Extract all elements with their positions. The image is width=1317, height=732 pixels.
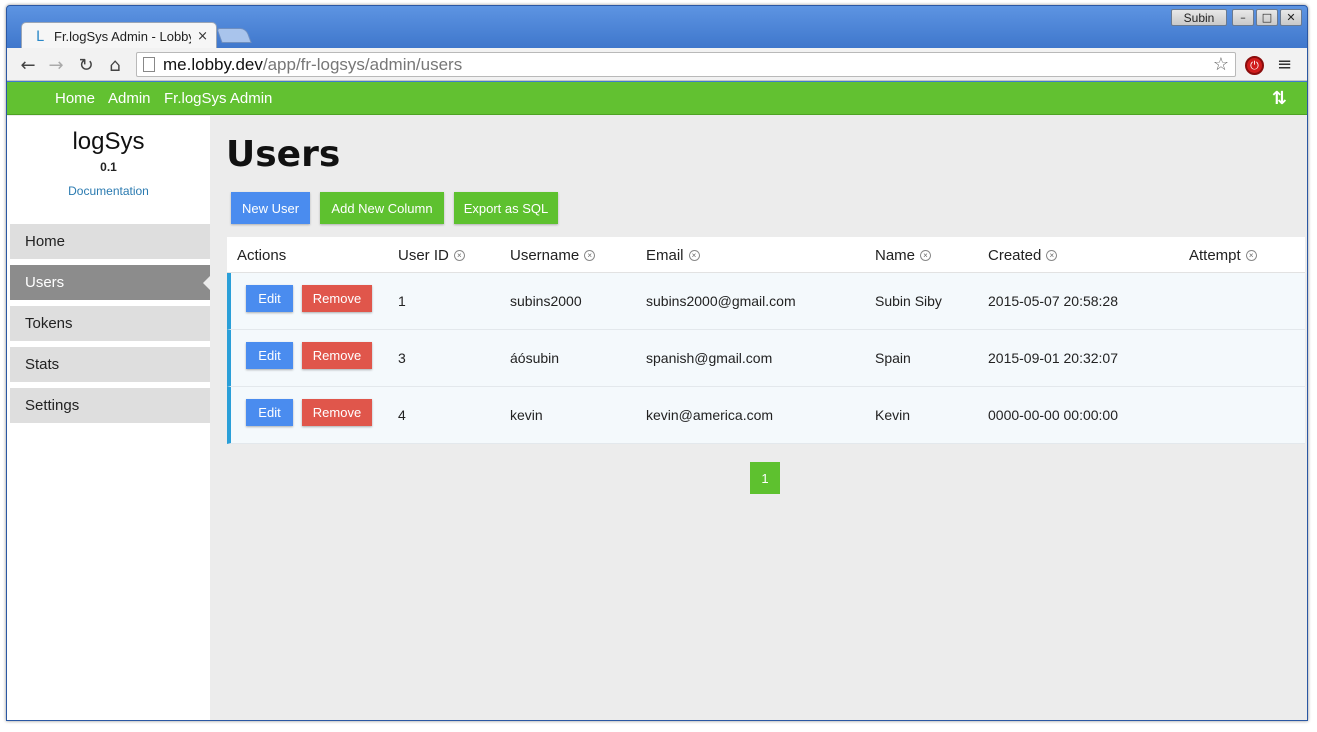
sidebar-item-home[interactable]: Home xyxy=(10,224,210,259)
edit-button[interactable]: Edit xyxy=(246,285,293,312)
remove-column-icon[interactable]: × xyxy=(688,250,700,261)
header-name: Name × xyxy=(875,247,932,264)
back-icon[interactable]: ← xyxy=(17,54,39,76)
sidebar-item-settings[interactable]: Settings xyxy=(10,388,210,423)
table-row: Edit Remove 4 kevin kevin@america.com Ke… xyxy=(227,387,1305,444)
cell-email: kevin@america.com xyxy=(646,407,774,423)
tab-title: Fr.logSys Admin - Lobby xyxy=(54,29,192,44)
cell-user-id: 3 xyxy=(398,350,406,366)
page-icon xyxy=(143,57,155,72)
add-new-column-button[interactable]: Add New Column xyxy=(320,192,444,224)
table-header: Actions User ID × Username × Email × Name × … xyxy=(227,237,1305,273)
brand-title: logSys xyxy=(72,128,145,155)
sidebar-item-users[interactable]: Users xyxy=(10,265,210,300)
remove-button[interactable]: Remove xyxy=(302,285,372,312)
edit-button[interactable]: Edit xyxy=(246,342,293,369)
sidebar: logSys 0.1 Documentation Home Users Toke… xyxy=(7,116,210,720)
cell-name: Spain xyxy=(875,350,911,366)
users-table: Actions User ID × Username × Email × Name × … xyxy=(227,237,1305,444)
remove-column-icon[interactable]: × xyxy=(1046,250,1058,261)
remove-column-icon[interactable]: × xyxy=(920,250,932,261)
cell-email: spanish@gmail.com xyxy=(646,350,773,366)
header-label: Name xyxy=(875,247,916,264)
header-label: Actions xyxy=(237,247,287,264)
cell-user-id: 1 xyxy=(398,293,406,309)
header-attempt: Attempt × xyxy=(1189,247,1257,264)
cell-username: áósubin xyxy=(510,350,560,366)
header-label: Email xyxy=(646,247,684,264)
header-email: Email × xyxy=(646,247,700,264)
cell-created: 0000-00-00 00:00:00 xyxy=(988,407,1118,423)
url-path: /app/fr-logsys/admin/users xyxy=(262,54,463,74)
edit-button[interactable]: Edit xyxy=(246,399,293,426)
table-row: Edit Remove 1 subins2000 subins2000@gmai… xyxy=(227,273,1305,330)
cell-name: Subin Siby xyxy=(875,293,942,309)
browser-titlebar: L Fr.logSys Admin - Lobby × Subin – □ ✕ xyxy=(7,6,1307,50)
page-title: Users xyxy=(226,134,341,175)
remove-column-icon[interactable]: × xyxy=(453,250,465,261)
cell-user-id: 4 xyxy=(398,407,406,423)
remove-button[interactable]: Remove xyxy=(302,399,372,426)
header-label: Attempt xyxy=(1189,247,1241,264)
cell-username: kevin xyxy=(510,407,543,423)
browser-toolbar: ← → ↻ ⌂ me.lobby.dev/app/fr-logsys/admin… xyxy=(7,48,1307,81)
header-label: Username xyxy=(510,247,580,264)
maximize-icon[interactable]: □ xyxy=(1256,9,1278,26)
browser-window: L Fr.logSys Admin - Lobby × Subin – □ ✕ … xyxy=(6,5,1308,721)
header-created: Created × xyxy=(988,247,1058,264)
address-bar[interactable]: me.lobby.dev/app/fr-logsys/admin/users ☆ xyxy=(136,52,1236,77)
sort-toggle-icon[interactable]: ⇅ xyxy=(1272,88,1287,109)
cell-created: 2015-09-01 20:32:07 xyxy=(988,350,1118,366)
remove-column-icon[interactable]: × xyxy=(1245,250,1257,261)
brand-version: 0.1 xyxy=(100,160,117,174)
topnav-admin[interactable]: Admin xyxy=(108,90,151,107)
close-window-icon[interactable]: ✕ xyxy=(1280,9,1302,26)
documentation-link[interactable]: Documentation xyxy=(7,184,210,198)
page-viewport: Home Admin Fr.logSys Admin ⇅ logSys 0.1 … xyxy=(7,82,1307,720)
extension-icon[interactable]: ⏻ xyxy=(1245,56,1264,75)
reload-icon[interactable]: ↻ xyxy=(75,54,97,76)
minimize-icon[interactable]: – xyxy=(1232,9,1254,26)
cell-name: Kevin xyxy=(875,407,911,423)
url-host: me.lobby.dev xyxy=(163,54,263,74)
header-user-id: User ID × xyxy=(398,247,465,264)
pagination-page-button[interactable]: 1 xyxy=(750,462,780,494)
header-label: Created xyxy=(988,247,1042,264)
topnav-home[interactable]: Home xyxy=(55,90,95,107)
top-navbar: Home Admin Fr.logSys Admin ⇅ xyxy=(7,82,1307,115)
sidebar-item-tokens[interactable]: Tokens xyxy=(10,306,210,341)
topnav-frlogsys-admin[interactable]: Fr.logSys Admin xyxy=(164,90,272,107)
export-sql-button[interactable]: Export as SQL xyxy=(454,192,558,224)
header-actions: Actions xyxy=(237,247,286,264)
new-tab-button[interactable] xyxy=(216,28,252,43)
tab-close-icon[interactable]: × xyxy=(197,29,208,44)
tab-favicon-icon: L xyxy=(36,28,44,45)
table-row: Edit Remove 3 áósubin spanish@gmail.com … xyxy=(227,330,1305,387)
header-label: User ID xyxy=(398,247,449,264)
sidebar-item-stats[interactable]: Stats xyxy=(10,347,210,382)
remove-button[interactable]: Remove xyxy=(302,342,372,369)
forward-icon[interactable]: → xyxy=(45,54,67,76)
profile-button[interactable]: Subin xyxy=(1171,9,1227,26)
cell-created: 2015-05-07 20:58:28 xyxy=(988,293,1118,309)
bookmark-star-icon[interactable]: ☆ xyxy=(1213,54,1229,75)
remove-column-icon[interactable]: × xyxy=(584,250,596,261)
home-icon[interactable]: ⌂ xyxy=(104,54,126,76)
cell-email: subins2000@gmail.com xyxy=(646,293,796,309)
new-user-button[interactable]: New User xyxy=(231,192,310,224)
header-username: Username × xyxy=(510,247,596,264)
cell-username: subins2000 xyxy=(510,293,582,309)
browser-tab[interactable]: L Fr.logSys Admin - Lobby × xyxy=(21,22,217,50)
browser-menu-icon[interactable]: ≡ xyxy=(1277,54,1292,75)
